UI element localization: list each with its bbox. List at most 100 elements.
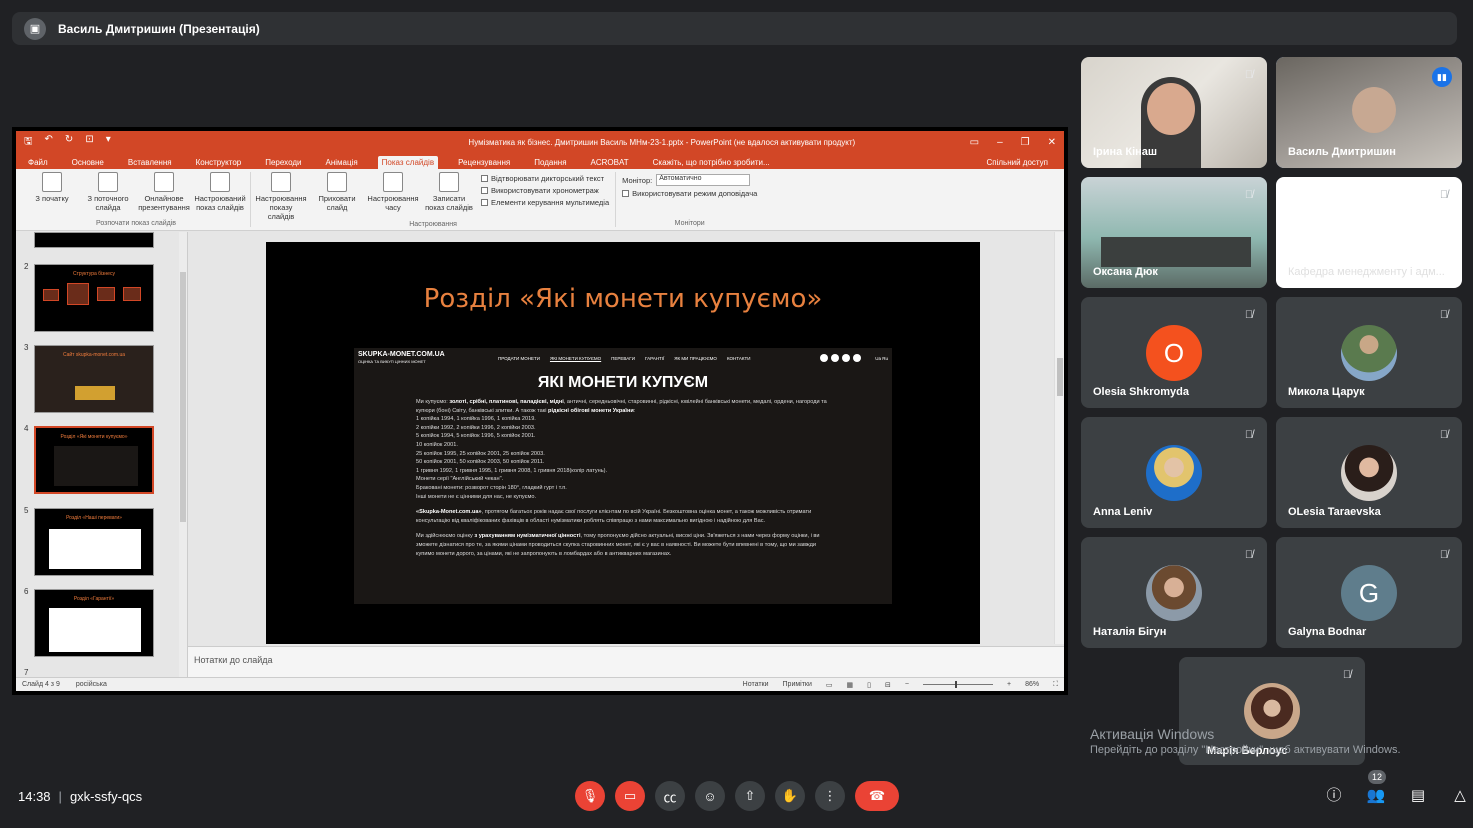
from-current-button[interactable]: З поточного слайда	[84, 172, 132, 220]
participant-name: Наталія Бігун	[1093, 626, 1167, 638]
slide-thumb-3[interactable]: Сайт skupka-monet.com.ua	[34, 345, 154, 413]
zoom-level[interactable]: 86%	[1025, 681, 1039, 688]
ribbon-group-monitors: Монітор: Автоматично Використовувати реж…	[616, 172, 763, 227]
participant-tile[interactable]: 🎙̸ Ірина Кінаш	[1081, 57, 1267, 168]
windows-activation-watermark: Активація Windows Перейдіть до розділу "…	[1090, 726, 1401, 756]
present-button[interactable]: ⇧	[735, 781, 765, 811]
sorter-view-icon[interactable]: ▦	[847, 681, 854, 689]
slide-thumb-2[interactable]: Структура бізнесу	[34, 264, 154, 332]
record-show-button[interactable]: Записати показ слайдів	[425, 172, 473, 221]
ribbon-tabs: Файл Основне Вставлення Конструктор Пере…	[16, 153, 1064, 169]
info-icon: ⓘ	[1326, 787, 1342, 804]
mic-off-icon: 🎙̸	[1439, 309, 1449, 321]
slide-scrollbar[interactable]	[1054, 232, 1064, 644]
reactions-button[interactable]: ☺	[695, 781, 725, 811]
slideshow-view-icon[interactable]: ⊟	[885, 681, 891, 689]
undo-icon[interactable]: ↶	[45, 134, 53, 151]
setup-show-button[interactable]: Настроювання показу слайдів	[255, 172, 307, 221]
fit-slide-icon[interactable]: ⛶	[1053, 681, 1058, 689]
tab-design[interactable]: Конструктор	[192, 156, 246, 169]
comments-toggle[interactable]: Примітки	[783, 681, 812, 688]
participant-tile[interactable]: 🎙̸ G Galyna Bodnar	[1276, 537, 1462, 648]
monitor-select[interactable]: Автоматично	[656, 174, 751, 186]
activities-button[interactable]: △	[1448, 784, 1472, 808]
mic-off-icon: 🎙̸	[1439, 549, 1449, 561]
media-controls-checkbox[interactable]: Елементи керування мультимедіа	[481, 198, 609, 207]
share-button[interactable]: Спільний доступ	[982, 156, 1052, 169]
present-icon[interactable]: ⊡	[85, 134, 93, 151]
from-start-button[interactable]: З початку	[28, 172, 76, 220]
slide-counter: Слайд 4 з 9	[22, 681, 60, 688]
zoom-in-icon[interactable]: +	[1007, 681, 1011, 688]
save-icon[interactable]: 🖫	[24, 134, 33, 151]
participant-tile[interactable]: 🎙̸ Кафедра менеджменту і адм...	[1276, 177, 1462, 288]
tell-me-search[interactable]: Скажіть, що потрібно зробити...	[649, 156, 774, 169]
customize-icon[interactable]: ▾	[106, 134, 111, 151]
participant-tile[interactable]: 🎙̸ OLesia Taraevska	[1276, 417, 1462, 528]
custom-show-button[interactable]: Настроюваний показ слайдів	[194, 172, 246, 220]
participant-tile[interactable]: ▮▮ Василь Дмитришин	[1276, 57, 1462, 168]
slide-thumb-6[interactable]: Розділ «Гарантії»	[34, 589, 154, 657]
hand-icon: ✋	[781, 788, 799, 803]
slide-num: 6	[24, 587, 29, 596]
site-logo: SKUPKA-MONET.COM.UA ОЦІНКА ТА ВИКУП ЦІНН…	[358, 351, 445, 364]
avatar: G	[1341, 565, 1397, 621]
timings-checkbox[interactable]: Використовувати хронометраж	[481, 186, 609, 195]
tab-review[interactable]: Рецензування	[454, 156, 514, 169]
tab-home[interactable]: Основне	[68, 156, 108, 169]
site-lang: Ua Ru	[875, 355, 888, 361]
slide-canvas: Розділ «Які монети купуємо» SKUPKA-MONET…	[188, 232, 1064, 677]
participant-tile[interactable]: 🎙̸ Микола Царук	[1276, 297, 1462, 408]
thumbnail-scrollbar[interactable]	[179, 232, 187, 677]
more-options-button[interactable]: ⋮	[815, 781, 845, 811]
participant-tile[interactable]: 🎙̸ Оксана Дюк	[1081, 177, 1267, 288]
camera-off-icon: ▭	[623, 788, 637, 803]
restore-icon[interactable]: ❐	[1021, 137, 1030, 148]
meeting-details-button[interactable]: ⓘ	[1322, 784, 1346, 808]
slide-num: 4	[24, 424, 29, 433]
slide-thumb-1[interactable]	[34, 232, 154, 248]
tab-slideshow[interactable]: Показ слайдів	[377, 156, 439, 169]
avatar	[1146, 565, 1202, 621]
rehearse-timings-button[interactable]: Настроювання часу	[367, 172, 419, 221]
reading-view-icon[interactable]: ▯	[867, 681, 871, 689]
notes-toggle[interactable]: Нотатки	[743, 681, 769, 688]
group-label-start: Розпочати показ слайдів	[96, 220, 176, 227]
redo-icon[interactable]: ↻	[65, 134, 73, 151]
ribbon: З початку З поточного слайда Онлайнове п…	[16, 169, 1064, 231]
narration-checkbox[interactable]: Відтворювати дикторський текст	[481, 174, 609, 183]
hide-slide-button[interactable]: Приховати слайд	[313, 172, 361, 221]
tab-insert[interactable]: Вставлення	[124, 156, 176, 169]
normal-view-icon[interactable]: ▭	[826, 681, 833, 689]
notes-pane[interactable]: Нотатки до слайда	[188, 646, 1064, 677]
presenter-view-checkbox[interactable]: Використовувати режим доповідача	[622, 189, 757, 198]
minimize-icon[interactable]: –	[997, 137, 1003, 148]
participant-tile[interactable]: 🎙̸ Anna Leniv	[1081, 417, 1267, 528]
tab-view[interactable]: Подання	[530, 156, 570, 169]
raise-hand-button[interactable]: ✋	[775, 781, 805, 811]
timer-icon	[383, 172, 403, 192]
language-indicator[interactable]: російська	[76, 681, 107, 688]
slide-thumb-4[interactable]: Розділ «Які монети купуємо»	[34, 426, 154, 494]
chat-button[interactable]: ▤	[1406, 784, 1430, 808]
zoom-slider[interactable]	[922, 681, 993, 688]
leave-call-button[interactable]: ☎	[855, 781, 899, 811]
participant-tile[interactable]: 🎙̸ O Olesia Shkromyda	[1081, 297, 1267, 408]
tab-acrobat[interactable]: ACROBAT	[587, 156, 633, 169]
slide-thumb-5[interactable]: Розділ «Наші переваги»	[34, 508, 154, 576]
present-online-button[interactable]: Онлайнове презентування	[138, 172, 190, 220]
mic-toggle-button[interactable]: 🎙	[575, 781, 605, 811]
zoom-out-icon[interactable]: −	[905, 681, 909, 688]
participant-name: Оксана Дюк	[1093, 266, 1158, 278]
people-button[interactable]: 12 👥	[1364, 770, 1388, 808]
speaking-indicator-icon: ▮▮	[1432, 67, 1452, 87]
mic-off-icon: 🎙̸	[1244, 549, 1254, 561]
tab-animations[interactable]: Анімація	[321, 156, 361, 169]
participant-tile[interactable]: 🎙̸ Наталія Бігун	[1081, 537, 1267, 648]
tab-transitions[interactable]: Переходи	[261, 156, 305, 169]
close-icon[interactable]: ✕	[1048, 137, 1056, 148]
camera-toggle-button[interactable]: ▭	[615, 781, 645, 811]
ribbon-display-icon[interactable]: ▭	[970, 137, 979, 148]
tab-file[interactable]: Файл	[24, 156, 52, 169]
captions-button[interactable]: ㏄	[655, 781, 685, 811]
